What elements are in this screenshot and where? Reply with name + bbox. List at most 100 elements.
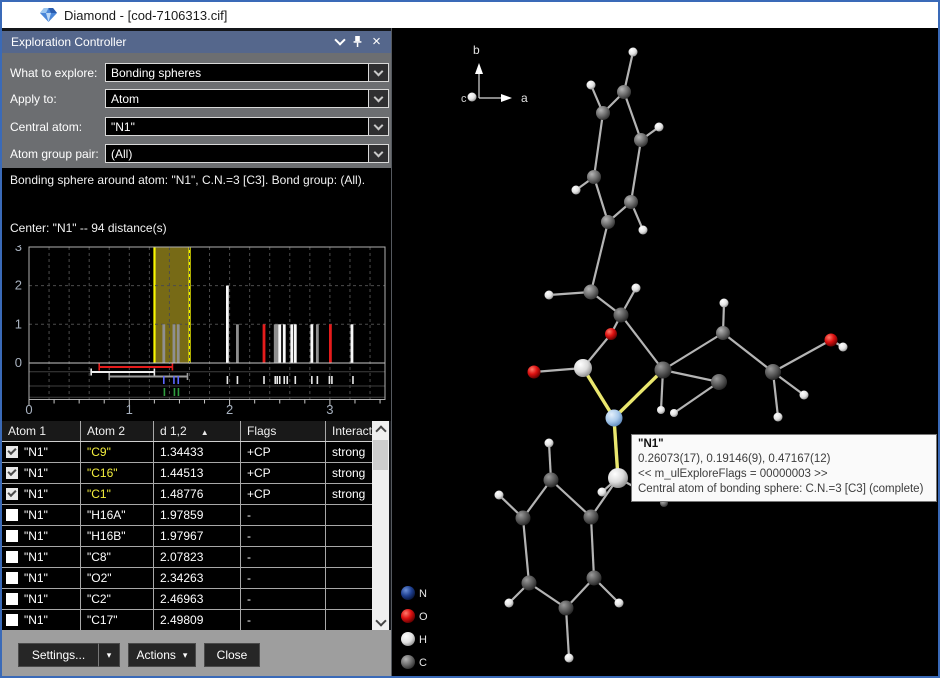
atom-sphere[interactable] <box>670 409 678 417</box>
row-checkbox[interactable] <box>6 446 18 458</box>
atom-sphere[interactable] <box>629 48 638 57</box>
chevron-down-icon[interactable] <box>368 118 388 135</box>
histogram-bar <box>263 324 266 363</box>
atom-sphere[interactable] <box>605 328 617 340</box>
atom-sphere[interactable] <box>606 410 623 427</box>
table-row[interactable]: "N1""C9"1.34433+CPstrong <box>2 442 372 463</box>
atom-sphere[interactable] <box>655 123 664 132</box>
atom-tooltip: "N1" 0.26073(17), 0.19146(9), 0.47167(12… <box>631 434 937 502</box>
column-header[interactable]: d 1,2▲ <box>154 421 241 442</box>
atom-sphere[interactable] <box>716 326 730 340</box>
scrollbar-thumb[interactable] <box>373 440 388 470</box>
table-row[interactable]: "N1""C2"2.46963- <box>2 589 372 610</box>
row-checkbox[interactable] <box>6 509 18 521</box>
atom-sphere[interactable] <box>596 106 610 120</box>
atom-sphere[interactable] <box>516 511 531 526</box>
atom-sphere[interactable] <box>544 473 559 488</box>
dropdown-apply-to[interactable]: Atom <box>105 89 389 108</box>
column-header[interactable]: Flags <box>241 421 326 442</box>
atom-sphere[interactable] <box>800 391 809 400</box>
atom-sphere[interactable] <box>522 576 537 591</box>
atom-sphere[interactable] <box>565 654 574 663</box>
atom-sphere[interactable] <box>574 359 592 377</box>
column-header[interactable]: Atom 2 <box>81 421 154 442</box>
table-row[interactable]: "N1""C17"2.49809- <box>2 610 372 631</box>
row-checkbox[interactable] <box>6 467 18 479</box>
atom-sphere[interactable] <box>617 85 631 99</box>
atom-sphere[interactable] <box>765 364 781 380</box>
scroll-down-icon[interactable] <box>372 614 389 630</box>
field-row-atom-group-pair: Atom group pair:(All) <box>2 144 391 164</box>
atom-sphere[interactable] <box>545 439 554 448</box>
atom-sphere[interactable] <box>632 284 641 293</box>
highlight-band[interactable] <box>154 247 189 363</box>
structure-viewport[interactable]: b a c NOHC "N1" 0.26073(17), 0.19146(9),… <box>391 28 938 676</box>
atom-sphere[interactable] <box>587 571 602 586</box>
chevron-down-icon[interactable] <box>368 145 388 162</box>
atom-sphere[interactable] <box>639 226 648 235</box>
dropdown-central-atom[interactable]: "N1" <box>105 117 389 136</box>
column-header[interactable]: Interaction <box>326 421 373 442</box>
row-checkbox[interactable] <box>6 572 18 584</box>
table-row[interactable]: "N1""H16B"1.97967- <box>2 526 372 547</box>
atom-sphere[interactable] <box>634 133 648 147</box>
legend-O-sphere <box>401 609 415 623</box>
bond <box>594 177 608 222</box>
table-row[interactable]: "N1""H16A"1.97859- <box>2 505 372 526</box>
atom-sphere[interactable] <box>615 599 624 608</box>
table-header[interactable]: Atom 1Atom 2d 1,2▲FlagsInteraction <box>2 421 372 442</box>
table-row[interactable]: "N1""C16"1.44513+CPstrong <box>2 463 372 484</box>
atom-sphere[interactable] <box>587 81 596 90</box>
table-scrollbar[interactable] <box>372 421 389 630</box>
row-checkbox[interactable] <box>6 530 18 542</box>
atom-sphere[interactable] <box>572 186 581 195</box>
atom-sphere[interactable] <box>495 491 504 500</box>
atom-sphere[interactable] <box>598 488 607 497</box>
atom-sphere[interactable] <box>584 285 599 300</box>
atom-sphere[interactable] <box>624 195 638 209</box>
dropdown-atom-group-pair[interactable]: (All) <box>105 144 389 163</box>
dropdown-what-to-explore[interactable]: Bonding spheres <box>105 63 389 82</box>
atom-sphere[interactable] <box>839 343 848 352</box>
atom-sphere[interactable] <box>657 406 665 414</box>
chevron-down-icon[interactable] <box>368 90 388 107</box>
band-left-edge[interactable] <box>153 247 155 363</box>
row-checkbox[interactable] <box>6 551 18 563</box>
distance-histogram[interactable]: 01230123 <box>6 245 389 419</box>
atom-sphere[interactable] <box>608 468 628 488</box>
settings-button[interactable]: Settings... <box>18 643 99 667</box>
row-checkbox[interactable] <box>6 488 18 500</box>
window-titlebar[interactable]: Diamond - [cod-7106313.cif] <box>2 2 938 28</box>
close-button[interactable]: Close <box>204 643 260 667</box>
pin-icon[interactable] <box>350 34 365 49</box>
atom-sphere[interactable] <box>505 599 514 608</box>
dropdown-value: Atom <box>111 92 139 106</box>
actions-button[interactable]: Actions ▾ <box>128 643 196 667</box>
atom-sphere[interactable] <box>601 215 615 229</box>
atom-sphere[interactable] <box>587 170 601 184</box>
atom-sphere[interactable] <box>655 362 672 379</box>
table-row[interactable]: "N1""C1"1.48776+CPstrong <box>2 484 372 505</box>
column-header[interactable]: Atom 1 <box>2 421 81 442</box>
row-checkbox[interactable] <box>6 614 18 626</box>
atom-sphere[interactable] <box>614 308 629 323</box>
scroll-up-icon[interactable] <box>372 421 389 437</box>
table-row[interactable]: "N1""O2"2.34263- <box>2 568 372 589</box>
atom-sphere[interactable] <box>559 601 574 616</box>
atom-sphere[interactable] <box>528 366 541 379</box>
atom-sphere[interactable] <box>825 334 838 347</box>
row-checkbox[interactable] <box>6 593 18 605</box>
atom-sphere[interactable] <box>774 413 783 422</box>
chevron-down-icon[interactable] <box>368 64 388 81</box>
panel-titlebar[interactable]: Exploration Controller × <box>2 31 391 53</box>
flags-cell: +CP <box>247 445 271 459</box>
molecule-canvas[interactable]: b a c NOHC <box>393 30 939 676</box>
atom-sphere[interactable] <box>720 299 729 308</box>
atom-sphere[interactable] <box>545 291 554 300</box>
atom-sphere[interactable] <box>584 510 599 525</box>
table-row[interactable]: "N1""C8"2.07823- <box>2 547 372 568</box>
panel-menu-chevron-down-icon[interactable] <box>332 34 347 49</box>
atom-sphere[interactable] <box>711 374 727 390</box>
settings-dropdown-button[interactable]: ▾ <box>98 643 120 667</box>
panel-close-icon[interactable]: × <box>369 34 384 49</box>
